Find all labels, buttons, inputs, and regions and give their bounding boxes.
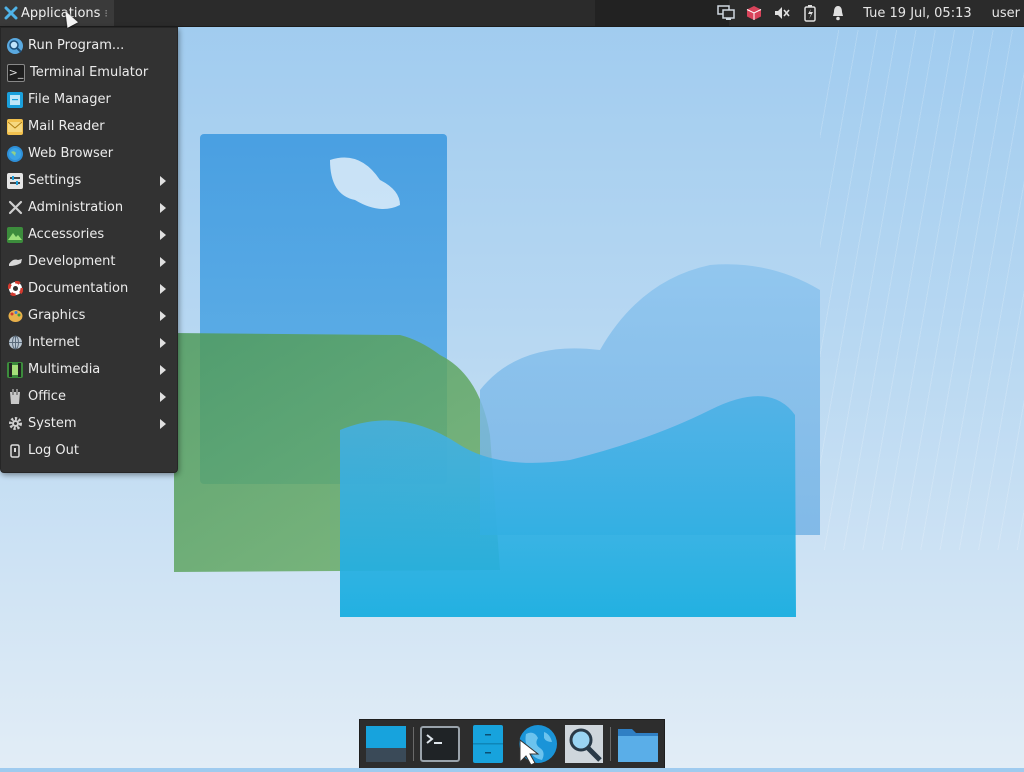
menu-item-settings[interactable]: Settings xyxy=(1,167,177,194)
menu-item-file-manager[interactable]: File Manager xyxy=(1,86,177,113)
package-update-icon[interactable] xyxy=(745,4,763,22)
submenu-arrow-icon xyxy=(160,230,166,240)
menu-item-web-browser[interactable]: Web Browser xyxy=(1,140,177,167)
menu-item-label: Run Program... xyxy=(28,38,125,53)
web-browser-icon xyxy=(518,725,557,766)
app-finder-icon xyxy=(564,725,603,763)
menu-item-log-out[interactable]: Log Out xyxy=(1,437,177,464)
submenu-arrow-icon xyxy=(160,419,166,429)
mail-icon xyxy=(7,118,23,135)
top-panel: Applications ⁝ Tue 19 Jul, 05:13 user xyxy=(0,0,1024,27)
folder-icon xyxy=(618,729,659,762)
menu-item-label: Development xyxy=(28,254,116,269)
menu-item-label: Settings xyxy=(28,173,82,188)
menu-item-label: Accessories xyxy=(28,227,105,242)
terminal-icon: >_ xyxy=(7,63,25,82)
submenu-arrow-icon xyxy=(160,203,166,213)
system-tray: Tue 19 Jul, 05:13 user xyxy=(717,4,1024,22)
submenu-arrow-icon xyxy=(160,257,166,267)
menu-item-graphics[interactable]: Graphics xyxy=(1,302,177,329)
menu-item-administration[interactable]: Administration xyxy=(1,194,177,221)
gear-icon xyxy=(7,416,23,432)
volume-muted-icon[interactable] xyxy=(773,4,791,22)
menu-item-run-program[interactable]: Run Program... xyxy=(1,32,177,59)
dock-separator xyxy=(412,727,414,761)
tools-icon xyxy=(7,200,23,216)
menu-item-documentation[interactable]: Documentation xyxy=(1,275,177,302)
menu-item-label: File Manager xyxy=(28,92,111,107)
show-desktop-button[interactable] xyxy=(364,722,408,766)
menu-item-label: Terminal Emulator xyxy=(30,65,149,80)
menu-item-label: Log Out xyxy=(28,443,79,458)
battery-charging-icon[interactable] xyxy=(801,4,819,22)
notification-bell-icon[interactable] xyxy=(829,4,847,22)
office-icon xyxy=(7,389,23,405)
menu-item-accessories[interactable]: Accessories xyxy=(1,221,177,248)
internet-icon xyxy=(7,335,23,351)
search-icon xyxy=(7,37,23,54)
file-manager-launcher[interactable] xyxy=(466,722,510,766)
menu-item-terminal-emulator[interactable]: >_ Terminal Emulator xyxy=(1,59,177,86)
menu-item-label: Web Browser xyxy=(28,146,114,161)
terminal-launcher[interactable] xyxy=(419,722,463,766)
menu-item-internet[interactable]: Internet xyxy=(1,329,177,356)
logout-icon xyxy=(7,443,23,459)
menu-item-development[interactable]: Development xyxy=(1,248,177,275)
clock[interactable]: Tue 19 Jul, 05:13 xyxy=(863,6,971,21)
accessories-icon xyxy=(7,226,23,243)
menu-item-label: Internet xyxy=(28,335,80,350)
bottom-dock xyxy=(359,719,665,768)
xfce-logo-icon xyxy=(4,6,18,20)
submenu-arrow-icon xyxy=(160,176,166,186)
multimedia-icon xyxy=(7,361,23,378)
globe-icon xyxy=(7,145,23,162)
home-folder-launcher[interactable] xyxy=(616,722,660,766)
file-manager-icon xyxy=(473,725,503,763)
show-desktop-icon xyxy=(365,726,406,762)
menu-item-office[interactable]: Office xyxy=(1,383,177,410)
development-icon xyxy=(7,254,23,270)
panel-separator-area xyxy=(595,0,729,26)
palette-icon xyxy=(7,308,23,324)
app-finder-launcher[interactable] xyxy=(562,722,606,766)
submenu-arrow-icon xyxy=(160,311,166,321)
menu-item-mail-reader[interactable]: Mail Reader xyxy=(1,113,177,140)
submenu-arrow-icon xyxy=(160,338,166,348)
submenu-arrow-icon xyxy=(160,392,166,402)
menu-item-label: Graphics xyxy=(28,308,86,323)
menu-item-label: Office xyxy=(28,389,66,404)
menu-item-multimedia[interactable]: Multimedia xyxy=(1,356,177,383)
menu-item-label: Documentation xyxy=(28,281,129,296)
file-manager-icon xyxy=(7,91,23,108)
settings-icon xyxy=(7,172,23,189)
menu-item-system[interactable]: System xyxy=(1,410,177,437)
applications-menu-button[interactable]: Applications ⁝ xyxy=(0,0,114,26)
submenu-arrow-icon xyxy=(160,365,166,375)
web-browser-launcher[interactable] xyxy=(514,722,558,766)
terminal-icon xyxy=(420,726,461,762)
network-icon[interactable] xyxy=(717,4,735,22)
dock-separator xyxy=(610,727,612,761)
menu-item-label: System xyxy=(28,416,77,431)
menu-item-label: Mail Reader xyxy=(28,119,105,134)
submenu-arrow-icon xyxy=(160,284,166,294)
menu-item-label: Administration xyxy=(28,200,124,215)
panel-handle-icon[interactable]: ⁝ xyxy=(104,7,108,20)
lifebuoy-icon xyxy=(7,281,23,297)
menu-item-label: Multimedia xyxy=(28,362,101,377)
user-menu[interactable]: user xyxy=(992,6,1020,21)
applications-menu: Run Program... >_ Terminal Emulator File… xyxy=(0,27,178,473)
